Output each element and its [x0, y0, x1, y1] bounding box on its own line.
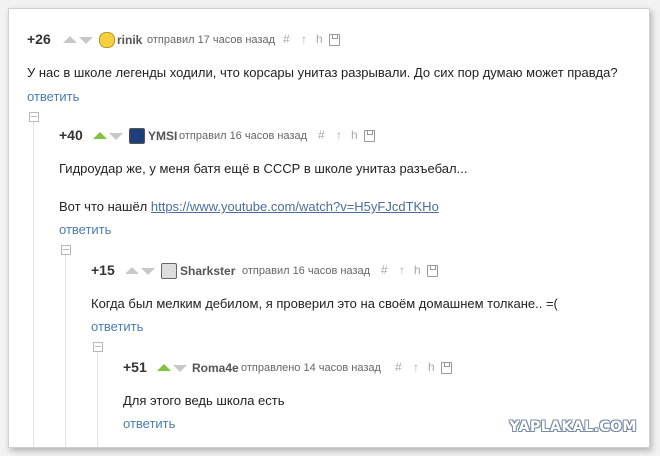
author-name[interactable]: rinik [117, 33, 142, 47]
site-watermark: YAPLAKAL.COM [509, 419, 637, 435]
thread-line [33, 122, 34, 447]
comment-2: +40 YMSI отправил 16 часов назад # ↑ h Г… [59, 127, 639, 237]
save-icon[interactable] [441, 362, 452, 374]
thread-line [97, 352, 98, 447]
reply-link[interactable]: ответить [123, 416, 175, 431]
monitor-icon [129, 128, 145, 144]
comment-score: +15 [91, 262, 115, 278]
downvote-icon[interactable] [141, 268, 155, 275]
parent-arrow-icon[interactable]: ↑ [413, 360, 419, 374]
post-time: отправил 17 часов назад [147, 34, 275, 46]
author-name[interactable]: YMSI [148, 129, 177, 143]
comment-text: У нас в школе легенды ходили, что корсар… [27, 65, 618, 80]
downvote-icon[interactable] [79, 37, 93, 44]
save-icon[interactable] [329, 34, 340, 46]
post-time: отправил 16 часов назад [179, 130, 307, 142]
author-name[interactable]: Roma4e [192, 361, 239, 375]
parent-arrow-icon[interactable]: ↑ [399, 263, 405, 277]
comment-text: Когда был мелким дебилом, я проверил это… [91, 296, 558, 311]
comment-1: +26 rinik отправил 17 часов назад # ↑ h … [27, 31, 647, 104]
branch-icon[interactable]: h [351, 128, 358, 142]
upvote-icon[interactable] [125, 267, 139, 274]
comment-header: +40 YMSI отправил 16 часов назад # ↑ h [59, 127, 639, 145]
hash-icon[interactable]: # [395, 360, 402, 374]
post-time: отправил 16 часов назад [242, 265, 370, 277]
reply-link[interactable]: ответить [91, 319, 143, 334]
downvote-icon[interactable] [173, 365, 187, 372]
youtube-link[interactable]: https://www.youtube.com/watch?v=H5yFJcdT… [151, 199, 439, 214]
post-time: отправлено 14 часов назад [241, 362, 381, 374]
comment-header: +15 Sharkster отправил 16 часов назад # … [91, 262, 641, 280]
upvote-icon[interactable] [93, 132, 107, 139]
comment-header: +51 Roma4e отправлено 14 часов назад # ↑… [123, 359, 643, 377]
author-name[interactable]: Sharkster [180, 264, 235, 278]
comment-thread: +26 rinik отправил 17 часов назад # ↑ h … [8, 8, 650, 448]
upvote-icon[interactable] [63, 36, 77, 43]
hash-icon[interactable]: # [381, 263, 388, 277]
hash-icon[interactable]: # [283, 32, 290, 46]
comment-4: +51 Roma4e отправлено 14 часов назад # ↑… [123, 359, 643, 431]
parent-arrow-icon[interactable]: ↑ [301, 32, 307, 46]
avatar [99, 32, 115, 48]
collapse-icon[interactable] [29, 112, 39, 122]
comment-text: Для этого ведь школа есть [123, 393, 285, 408]
comment-score: +51 [123, 359, 147, 375]
comment-3: +15 Sharkster отправил 16 часов назад # … [91, 262, 641, 334]
upvote-icon[interactable] [157, 364, 171, 371]
collapse-icon[interactable] [61, 245, 71, 255]
comment-score: +40 [59, 127, 83, 143]
branch-icon[interactable]: h [428, 360, 435, 374]
save-icon[interactable] [364, 130, 375, 142]
comment-text: Гидроудар же, у меня батя ещё в СССР в ш… [59, 161, 468, 176]
downvote-icon[interactable] [109, 133, 123, 140]
branch-icon[interactable]: h [414, 263, 421, 277]
collapse-icon[interactable] [93, 342, 103, 352]
figure-icon [161, 263, 177, 279]
comment-text-prefix: Вот что нашёл [59, 199, 151, 214]
reply-link[interactable]: ответить [27, 89, 79, 104]
thread-line [65, 255, 66, 447]
hash-icon[interactable]: # [318, 128, 325, 142]
comment-text-line2: Вот что нашёл https://www.youtube.com/wa… [59, 199, 439, 214]
comment-header: +26 rinik отправил 17 часов назад # ↑ h [27, 31, 647, 49]
reply-link[interactable]: ответить [59, 222, 111, 237]
parent-arrow-icon[interactable]: ↑ [336, 128, 342, 142]
branch-icon[interactable]: h [316, 32, 323, 46]
save-icon[interactable] [427, 265, 438, 277]
comment-score: +26 [27, 31, 51, 47]
